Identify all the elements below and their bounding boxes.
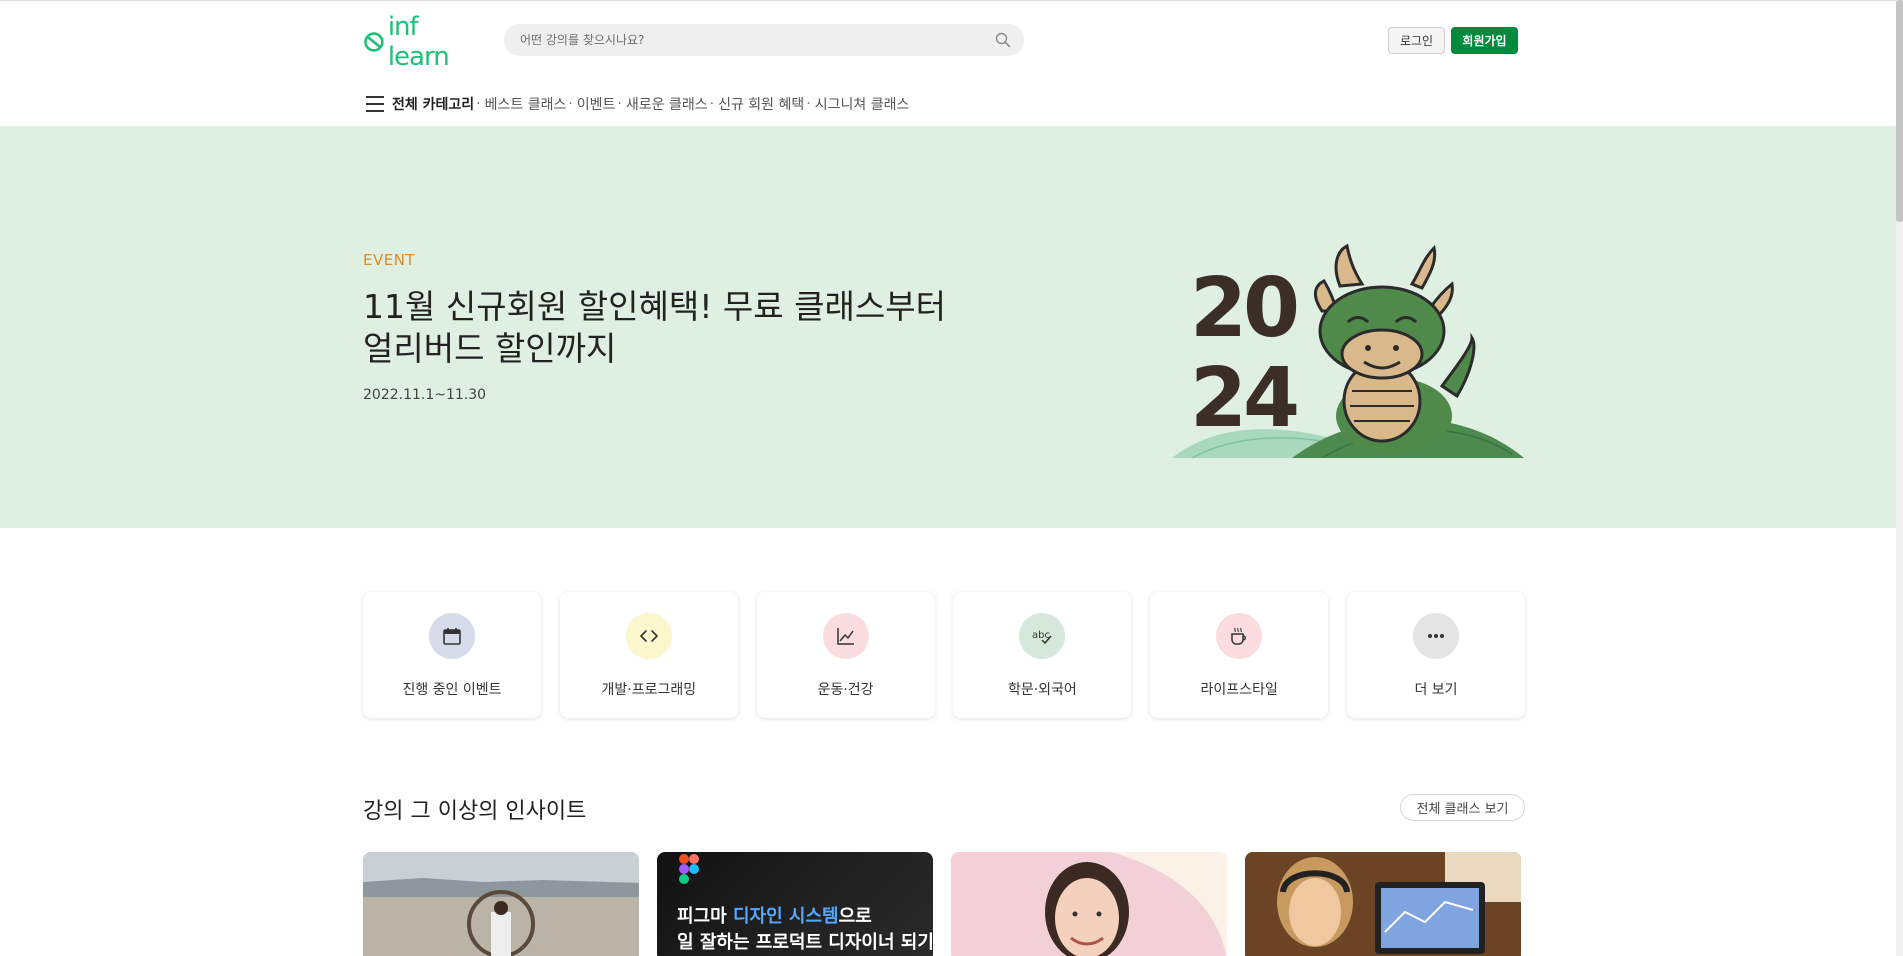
category-nav: 전체 카테고리 · 베스트 클래스 · 이벤트 · 새로운 클래스 · 신규 회… <box>366 92 909 116</box>
hero-banner[interactable]: EVENT 11월 신규회원 할인혜택! 무료 클래스부터 얼리버드 할인까지 … <box>0 126 1896 528</box>
dragon-2024-illustration: 20 24 <box>1172 243 1524 458</box>
hero-date: 2022.11.1~11.30 <box>363 387 487 403</box>
class-card-list: 피그마 디자인 시스템으로 일 잘하는 프로덕트 디자이너 되기 <box>363 852 1523 956</box>
more-dots-icon <box>1412 613 1459 659</box>
nav-separator: · <box>806 96 811 112</box>
class-card[interactable] <box>951 852 1227 956</box>
nav-item-best[interactable]: 베스트 클래스 <box>485 94 567 114</box>
nav-separator: · <box>568 96 573 112</box>
category-label: 운동·건강 <box>817 682 874 698</box>
category-card-more[interactable]: 더 보기 <box>1346 592 1525 718</box>
scrollbar-thumb[interactable] <box>1896 0 1903 222</box>
category-card-language[interactable]: abc 학문·외국어 <box>953 592 1132 718</box>
search-bar[interactable] <box>504 24 1024 56</box>
code-icon <box>625 613 672 659</box>
category-label: 더 보기 <box>1414 682 1458 698</box>
card-headline-line2: 일 잘하는 프로덕트 디자이너 되기 <box>677 932 933 953</box>
art-year-top: 20 <box>1190 261 1297 356</box>
category-label: 진행 중인 이벤트 <box>402 682 502 698</box>
search-input[interactable] <box>504 24 964 56</box>
category-shortcuts: 진행 중인 이벤트 개발·프로그래밍 운동·건강 abc 학문·외국어 라이프스… <box>363 592 1525 718</box>
nav-item-event[interactable]: 이벤트 <box>577 94 616 114</box>
chart-line-icon <box>822 613 869 659</box>
signup-button[interactable]: 회원가입 <box>1451 27 1518 54</box>
card-headline: 피그마 디자인 시스템으로 일 잘하는 프로덕트 디자이너 되기 <box>677 904 933 956</box>
logo-mark-icon <box>364 32 384 52</box>
abc-check-icon: abc <box>1019 613 1066 659</box>
nav-separator: · <box>709 96 715 112</box>
view-all-classes-button[interactable]: 전체 클래스 보기 <box>1400 794 1525 821</box>
laptop-study-thumbnail <box>1245 852 1521 956</box>
coffee-cup-icon <box>1216 613 1263 659</box>
category-card-events[interactable]: 진행 중인 이벤트 <box>363 592 541 718</box>
category-card-dev[interactable]: 개발·프로그래밍 <box>559 592 738 718</box>
page-scrollbar[interactable] <box>1896 0 1903 956</box>
category-label: 라이프스타일 <box>1200 682 1278 698</box>
category-label: 개발·프로그래밍 <box>601 682 697 698</box>
beach-photo-thumbnail <box>363 852 639 956</box>
hero-title-line1: 11월 신규회원 할인혜택! 무료 클래스부터 <box>363 287 946 326</box>
hero-title: 11월 신규회원 할인혜택! 무료 클래스부터 얼리버드 할인까지 <box>363 286 983 370</box>
nav-all-categories[interactable]: 전체 카테고리 <box>392 94 474 114</box>
nav-item-signature[interactable]: 시그니쳐 클래스 <box>815 94 910 114</box>
inflearn-logo[interactable]: inf learn <box>363 12 485 72</box>
category-card-health[interactable]: 운동·건강 <box>756 592 935 718</box>
card-headline-highlight: 디자인 시스템 <box>732 906 839 927</box>
class-card[interactable] <box>363 852 639 956</box>
nav-separator: · <box>476 96 481 112</box>
hamburger-menu-icon[interactable] <box>366 96 384 112</box>
card-headline-part2: 으로 <box>838 906 872 927</box>
hero-title-line2: 얼리버드 할인까지 <box>363 329 617 368</box>
calendar-icon <box>429 613 475 659</box>
category-card-lifestyle[interactable]: 라이프스타일 <box>1150 592 1329 718</box>
nav-item-new[interactable]: 새로운 클래스 <box>626 94 708 114</box>
figma-logo-icon <box>679 854 699 884</box>
search-icon[interactable] <box>995 32 1011 48</box>
hero-event-label: EVENT <box>363 251 416 269</box>
login-button[interactable]: 로그인 <box>1388 27 1445 54</box>
nav-item-new-member[interactable]: 신규 회원 혜택 <box>718 94 804 114</box>
section-title: 강의 그 이상의 인사이트 <box>363 799 587 824</box>
art-year-bottom: 24 <box>1190 351 1297 446</box>
card-headline-part1: 피그마 <box>677 906 733 927</box>
class-card[interactable] <box>1245 852 1521 956</box>
logo-text: inf learn <box>387 12 450 72</box>
class-card[interactable]: 피그마 디자인 시스템으로 일 잘하는 프로덕트 디자이너 되기 <box>657 852 933 956</box>
category-label: 학문·외국어 <box>1007 682 1077 698</box>
site-header: inf learn 로그인 회원가입 전체 카테고리 · 베스트 클래스 · 이… <box>0 4 1896 126</box>
instructor-portrait-thumbnail <box>951 852 1227 956</box>
nav-separator: · <box>617 96 622 112</box>
